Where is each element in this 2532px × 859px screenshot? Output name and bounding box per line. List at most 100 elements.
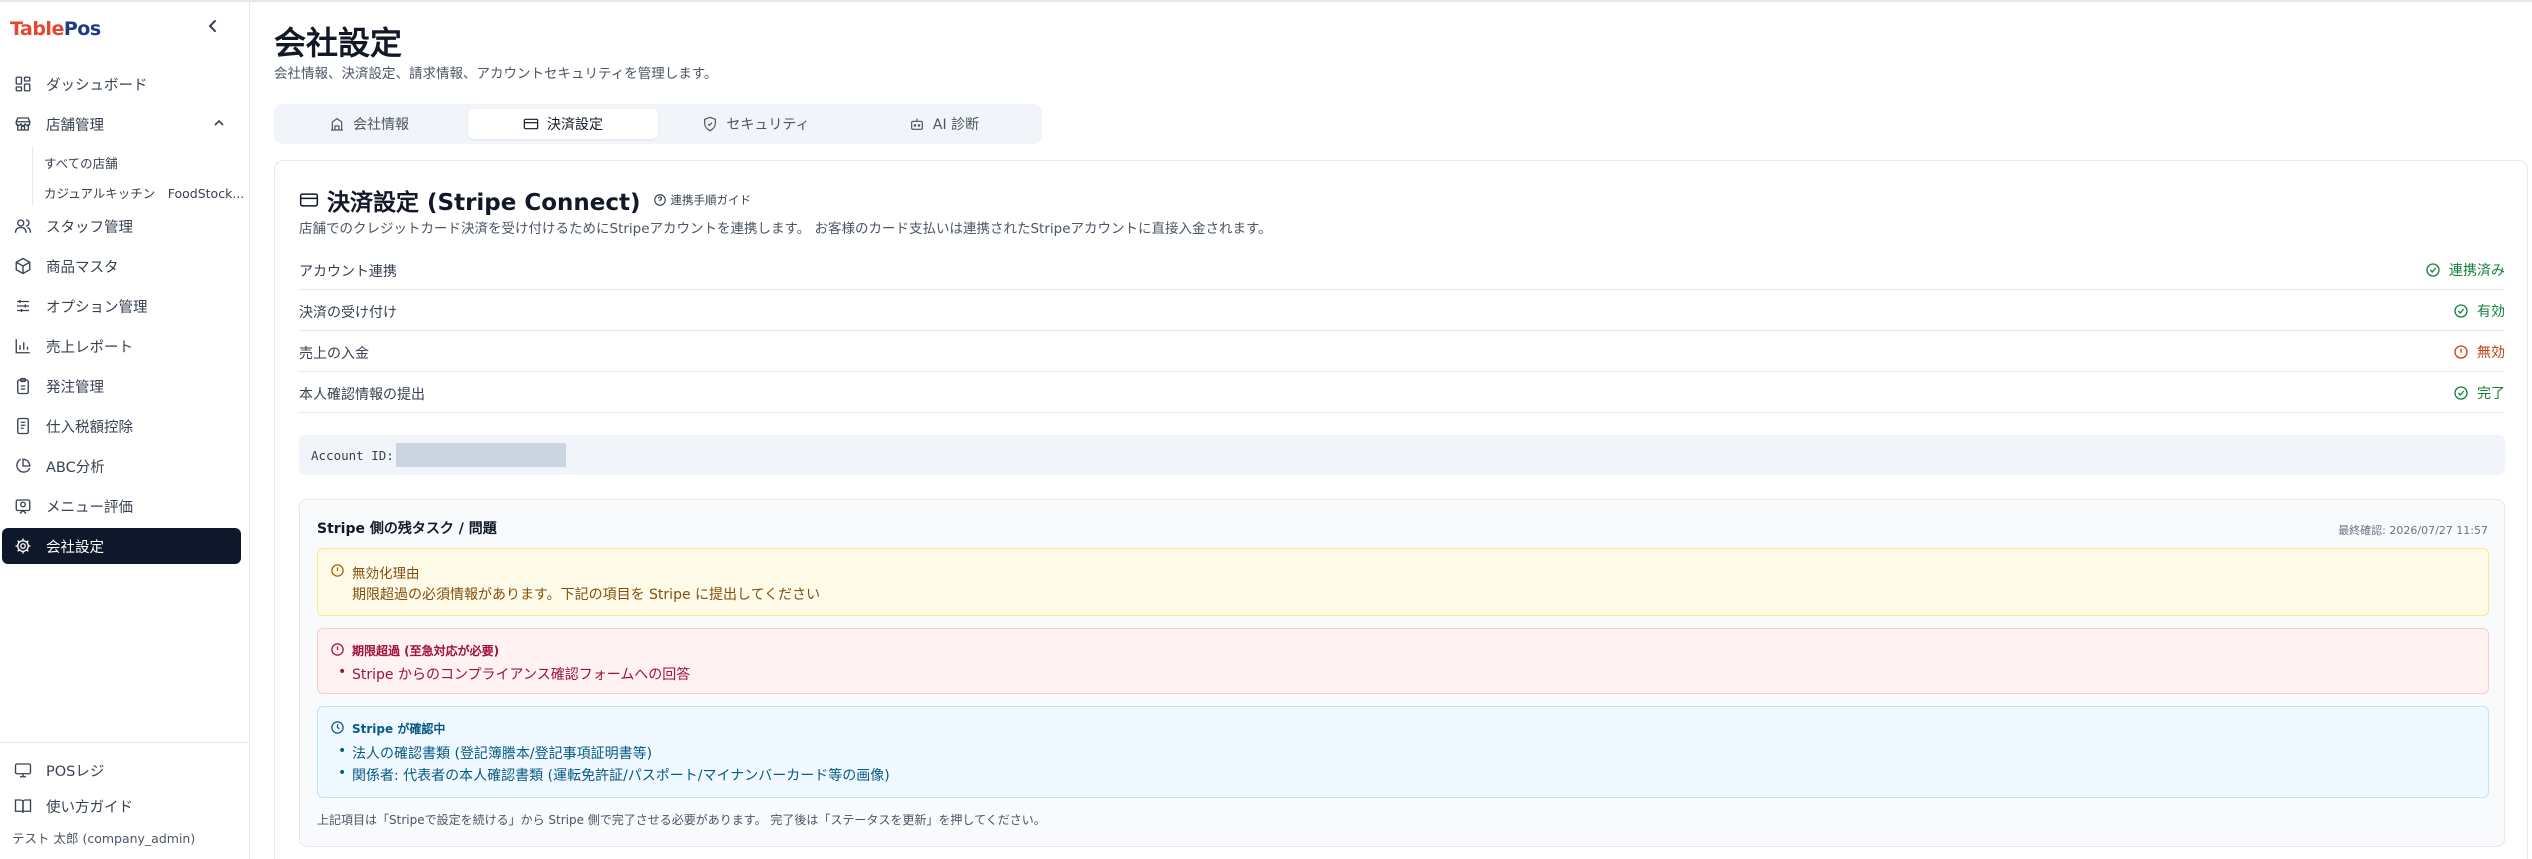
alert-heading: 期限超過 (至急対応が必要) — [352, 644, 500, 658]
page-subtitle: 会社情報、決済設定、請求情報、アカウントセキュリティを管理します。 — [274, 66, 718, 82]
status-text: 有効 — [2477, 304, 2505, 320]
list-bullet: • — [338, 743, 347, 759]
status-text: 無効 — [2477, 345, 2505, 361]
payment-settings-card: 決済設定 (Stripe Connect) 連携手順ガイド 店舗でのクレジットカ… — [274, 160, 2528, 859]
building-icon — [331, 117, 343, 131]
alert-circle-icon — [331, 564, 344, 577]
tab-ai-diagnosis[interactable]: AI 診断 — [854, 109, 1034, 139]
status-text: 完了 — [2477, 386, 2505, 402]
sidebar-item-tax-deduction[interactable]: 仕入税額控除 — [2, 408, 241, 444]
sidebar-subitem-all-stores[interactable]: すべての店舗 — [44, 153, 118, 172]
sidebar-item-label: ABC分析 — [46, 459, 105, 476]
status-label: 決済の受け付け — [299, 305, 397, 321]
credit-card-icon — [523, 118, 539, 130]
sliders-icon — [17, 300, 29, 312]
package-icon — [15, 257, 31, 275]
book-icon — [14, 799, 32, 813]
help-circle-icon — [653, 194, 666, 206]
monitor-icon — [14, 763, 32, 778]
list-bullet: • — [338, 664, 347, 680]
tab-payment-settings[interactable]: 決済設定 — [468, 109, 658, 139]
status-row-payouts: 売上の入金 無効 — [299, 331, 2505, 372]
status-row-identity: 本人確認情報の提出 完了 — [299, 372, 2505, 413]
status-label: アカウント連携 — [299, 264, 397, 280]
pie-chart-icon — [16, 458, 31, 473]
receipt-icon — [17, 417, 29, 435]
users-icon — [14, 219, 32, 233]
gear-icon — [15, 538, 31, 554]
sidebar-item-label: 会社設定 — [46, 539, 104, 556]
list-item: 法人の確認書類 (登記簿謄本/登記事項証明書等) — [352, 746, 653, 762]
settings-tabs: 会社情報 決済設定 セキュリティ AI 診断 — [274, 104, 1042, 144]
sidebar-item-label: 店舗管理 — [46, 117, 104, 134]
sidebar-item-label: スタッフ管理 — [46, 219, 133, 236]
dashboard-icon — [15, 76, 31, 92]
sidebar-item-products[interactable]: 商品マスタ — [2, 248, 241, 284]
sidebar-item-label: 商品マスタ — [46, 259, 119, 276]
sidebar-item-label: ダッシュボード — [46, 77, 148, 94]
alert-circle-icon — [2454, 345, 2468, 359]
logo-text-table: Table — [10, 18, 64, 40]
review-icon — [15, 499, 31, 514]
shield-check-icon — [704, 116, 717, 132]
sidebar-item-store-management[interactable]: 店舗管理 — [2, 106, 241, 142]
sidebar-item-label: 仕入税額控除 — [46, 419, 133, 436]
check-circle-icon — [2454, 304, 2468, 318]
setup-guide-label: 連携手順ガイド — [670, 193, 752, 207]
overdue-alert: 期限超過 (至急対応が必要) • Stripe からのコンプライアンス確認フォー… — [317, 628, 2489, 694]
stripe-tasks-panel: Stripe 側の残タスク / 問題 最終確認: 2026/07/27 11:5… — [299, 499, 2505, 847]
status-value: 無効 — [2453, 342, 2505, 362]
tasks-note: 上記項目は「Stripeで設定を続ける」から Stripe 側で完了させる必要が… — [317, 813, 1046, 827]
sidebar-item-abc-analysis[interactable]: ABC分析 — [2, 448, 241, 484]
sidebar-collapse-button[interactable] — [203, 16, 223, 40]
sidebar-item-guide[interactable]: 使い方ガイド — [2, 788, 241, 824]
alert-text: 期限超過の必須情報があります。下記の項目を Stripe に提出してください — [352, 587, 821, 603]
sidebar-item-pos-register[interactable]: POSレジ — [2, 752, 241, 788]
tab-security[interactable]: セキュリティ — [666, 109, 846, 139]
page-title: 会社設定 — [274, 24, 403, 62]
tab-company-info[interactable]: 会社情報 — [279, 109, 459, 139]
credit-card-icon — [299, 193, 319, 207]
account-id-box: Account ID: — [299, 435, 2505, 475]
last-checked: 最終確認: 2026/07/27 11:57 — [2338, 524, 2488, 537]
sidebar-item-label: 売上レポート — [46, 339, 133, 356]
check-circle-icon — [2426, 263, 2440, 277]
sidebar-item-menu-evaluation[interactable]: メニュー評価 — [2, 488, 241, 524]
status-row-account-link: アカウント連携 連携済み — [299, 249, 2505, 290]
status-label: 売上の入金 — [299, 346, 369, 362]
sidebar-subitem-store[interactable]: カジュアルキッチン FoodStock... — [44, 183, 244, 202]
sidebar-item-sales-report[interactable]: 売上レポート — [2, 328, 241, 364]
tab-label: セキュリティ — [726, 117, 810, 133]
alert-circle-icon — [331, 643, 344, 656]
check-circle-icon — [2454, 386, 2468, 400]
sidebar-item-company-settings[interactable]: 会社設定 — [2, 528, 241, 564]
sidebar-item-dashboard[interactable]: ダッシュボード — [2, 66, 241, 102]
tab-label: 会社情報 — [353, 117, 409, 133]
clipboard-icon — [17, 377, 29, 395]
current-user: テスト 太郎 (company_admin) — [12, 831, 196, 846]
sidebar-divider — [0, 742, 250, 743]
chevron-left-icon — [208, 20, 216, 32]
store-icon — [15, 117, 31, 131]
alert-heading: 無効化理由 — [352, 566, 420, 582]
card-description: 店舗でのクレジットカード決済を受け付けるためにStripeアカウントを連携します… — [299, 221, 1272, 237]
setup-guide-link[interactable]: 連携手順ガイド — [653, 192, 752, 208]
account-id-masked — [395, 443, 566, 467]
sidebar-item-label: 使い方ガイド — [46, 799, 133, 816]
pending-alert: Stripe が確認中 • 法人の確認書類 (登記簿謄本/登記事項証明書等) •… — [317, 706, 2489, 798]
sidebar-item-label: 発注管理 — [46, 379, 104, 396]
status-value: 連携済み — [2425, 260, 2505, 280]
app-logo[interactable]: TablePos — [10, 18, 101, 40]
submenu-line — [32, 146, 33, 206]
status-text: 連携済み — [2449, 263, 2505, 279]
sidebar-item-label: オプション管理 — [46, 299, 148, 316]
card-title: 決済設定 (Stripe Connect) 連携手順ガイド — [299, 183, 751, 217]
clock-icon — [331, 721, 344, 734]
sidebar-item-orders[interactable]: 発注管理 — [2, 368, 241, 404]
sidebar-item-options[interactable]: オプション管理 — [2, 288, 241, 324]
chevron-up-icon — [214, 119, 224, 126]
list-bullet: • — [338, 765, 347, 781]
disabled-reason-alert: 無効化理由 期限超過の必須情報があります。下記の項目を Stripe に提出して… — [317, 548, 2489, 616]
bar-chart-icon — [15, 339, 30, 354]
sidebar-item-staff[interactable]: スタッフ管理 — [2, 208, 241, 244]
